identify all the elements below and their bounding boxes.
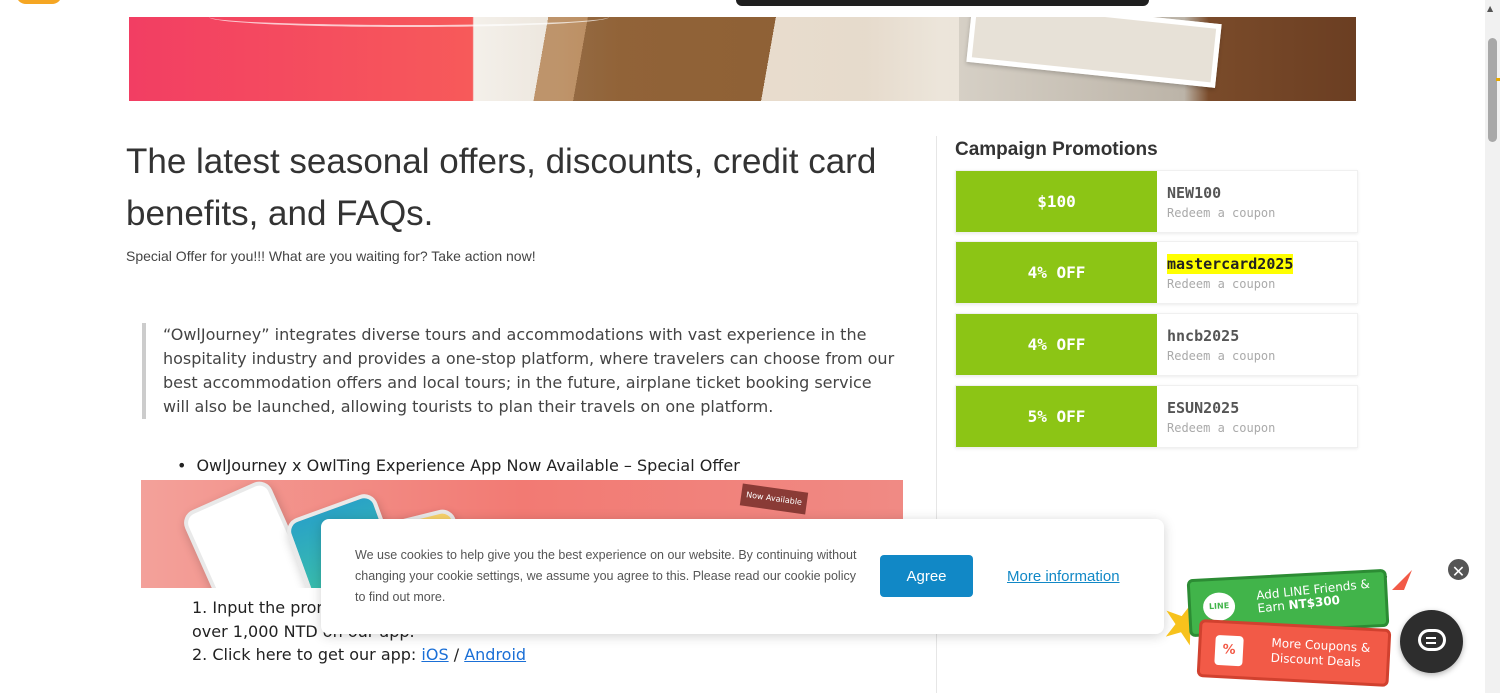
- cookie-consent-banner: We use cookies to help give you the best…: [321, 519, 1164, 634]
- coupon-amount: $100: [956, 171, 1157, 232]
- app-offer-bullet: OwlJourney x OwlTing Experience App Now …: [177, 456, 739, 475]
- more-coupons-card[interactable]: % More Coupons & Discount Deals: [1196, 619, 1392, 687]
- hero-photo-frame: [966, 17, 1222, 88]
- list-item: 2. Click here to get our app: iOS / Andr…: [172, 643, 526, 667]
- redeem-coupon-link[interactable]: Redeem a coupon: [1167, 203, 1275, 223]
- redeem-coupon-link[interactable]: Redeem a coupon: [1167, 346, 1275, 366]
- coupon-code: mastercard2025: [1167, 254, 1294, 274]
- coupon-card[interactable]: 5% OFF ESUN2025 Redeem a coupon: [955, 385, 1358, 448]
- more-coupons-text: More Coupons & Discount Deals: [1270, 636, 1370, 671]
- page-title: The latest seasonal offers, discounts, c…: [126, 142, 877, 233]
- coupon-card[interactable]: $100 NEW100 Redeem a coupon: [955, 170, 1358, 233]
- scroll-marker: [1496, 78, 1500, 81]
- close-icon[interactable]: ✕: [1446, 557, 1471, 582]
- ios-link[interactable]: iOS: [421, 645, 448, 664]
- step-number: 2.: [192, 645, 208, 664]
- coupon-amount: 5% OFF: [956, 386, 1157, 447]
- hero-banner: [129, 17, 1356, 101]
- site-logo-fragment: [16, 0, 62, 4]
- scrollbar-thumb[interactable]: [1488, 38, 1497, 142]
- agree-button[interactable]: Agree: [880, 555, 973, 597]
- coupon-card[interactable]: 4% OFF mastercard2025 Redeem a coupon: [955, 241, 1358, 304]
- now-available-tag: Now Available: [739, 483, 809, 515]
- step-number: 1.: [192, 598, 208, 617]
- link-separator: /: [453, 645, 460, 664]
- chat-icon: [1418, 629, 1446, 651]
- coupon-code: ESUN2025: [1167, 399, 1240, 417]
- scroll-up-icon[interactable]: ▲: [1487, 4, 1493, 13]
- line-promo-earn: Earn: [1256, 598, 1286, 616]
- redeem-coupon-link[interactable]: Redeem a coupon: [1167, 274, 1293, 294]
- intro-quote: “OwlJourney” integrates diverse tours an…: [142, 323, 902, 419]
- hero-wood-floor: [479, 17, 959, 101]
- campaign-title: Campaign Promotions: [955, 139, 1158, 160]
- more-information-link[interactable]: More information: [1007, 568, 1120, 585]
- step-text: Click here to get our app:: [212, 645, 417, 664]
- cookie-text: We use cookies to help give you the best…: [355, 548, 857, 604]
- flag-icon: [1392, 570, 1412, 590]
- coupon-card[interactable]: 4% OFF hncb2025 Redeem a coupon: [955, 313, 1358, 376]
- line-promo-text: Add LINE Friends & Earn NT$300: [1256, 577, 1372, 616]
- coupon-code: hncb2025: [1167, 327, 1240, 345]
- line-icon: LINE: [1202, 591, 1236, 622]
- page-subtitle: Special Offer for you!!! What are you wa…: [126, 248, 536, 264]
- coupon-amount: 4% OFF: [956, 314, 1157, 375]
- coupon-amount: 4% OFF: [956, 242, 1157, 303]
- top-overlay-bar: [736, 0, 1149, 6]
- redeem-coupon-link[interactable]: Redeem a coupon: [1167, 418, 1275, 438]
- gift-icon: %: [1214, 634, 1244, 667]
- coupon-code: NEW100: [1167, 184, 1222, 202]
- line-promo-widget[interactable]: LINE Add LINE Friends & Earn NT$300 % Mo…: [1160, 566, 1430, 693]
- chat-button[interactable]: [1400, 610, 1463, 673]
- android-link[interactable]: Android: [464, 645, 526, 664]
